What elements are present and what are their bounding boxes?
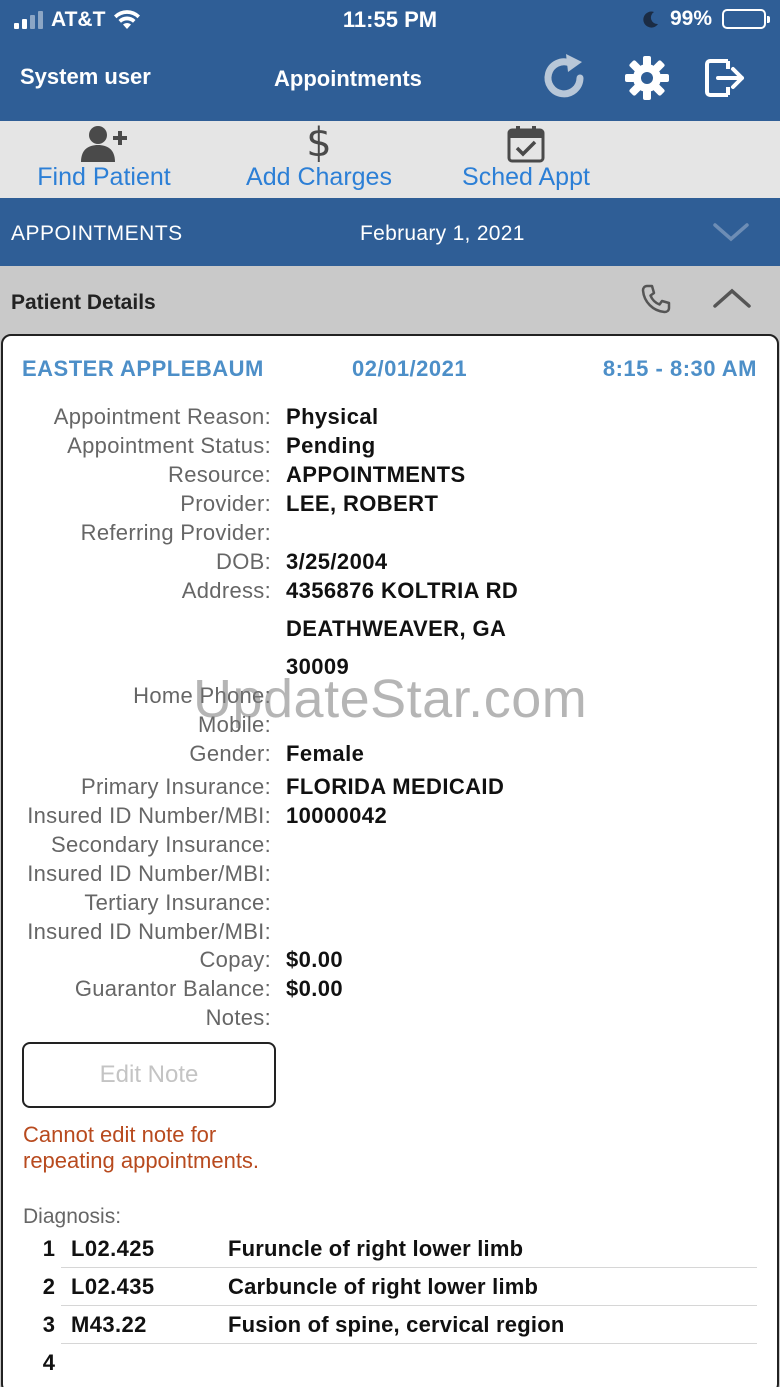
- field-value: $0.00: [286, 947, 344, 972]
- appointments-bar[interactable]: APPOINTMENTS February 1, 2021: [0, 198, 780, 266]
- app-header: AT&T 11:55 PM 99% System user Appointmen…: [0, 0, 780, 121]
- appointment-time: 8:15 - 8:30 AM: [602, 356, 757, 381]
- diagnosis-code: L02.425: [71, 1236, 155, 1261]
- field-value: Female: [286, 741, 365, 766]
- find-patient-label: Find Patient: [37, 163, 171, 191]
- diagnosis-number: 1: [42, 1236, 55, 1261]
- field-label: Home Phone:: [133, 683, 271, 708]
- patient-details-header[interactable]: Patient Details: [0, 266, 780, 336]
- edit-note-button[interactable]: Edit Note: [22, 1042, 276, 1108]
- patient-details-title: Patient Details: [11, 291, 156, 314]
- system-user-label[interactable]: System user: [20, 64, 151, 90]
- field-label: Primary Insurance:: [80, 774, 271, 799]
- diagnosis-number: 4: [42, 1350, 55, 1375]
- phone-icon[interactable]: [641, 284, 671, 314]
- field-value: Pending: [286, 433, 376, 458]
- field-label: Guarantor Balance:: [74, 976, 271, 1001]
- field-value: LEE, ROBERT: [286, 491, 439, 516]
- field-value: FLORIDA MEDICAID: [286, 774, 505, 799]
- appointment-card: EASTER APPLEBAUM 02/01/2021 8:15 - 8:30 …: [1, 334, 779, 1387]
- appointments-label: APPOINTMENTS: [11, 222, 183, 245]
- diagnosis-description: Fusion of spine, cervical region: [228, 1312, 565, 1337]
- field-value: $0.00: [286, 976, 344, 1001]
- diagnosis-number: 3: [42, 1312, 55, 1337]
- gear-icon[interactable]: [624, 55, 670, 101]
- status-bar: AT&T 11:55 PM 99%: [0, 0, 780, 40]
- diagnosis-description: Furuncle of right lower limb: [228, 1236, 524, 1261]
- edit-note-warning: Cannot edit note for repeating appointme…: [23, 1122, 260, 1173]
- add-charges-label: Add Charges: [246, 163, 392, 191]
- diagnosis-code: L02.435: [71, 1274, 155, 1299]
- field-label: Insured ID Number/MBI:: [27, 803, 271, 828]
- diagnosis-code: M43.22: [71, 1312, 147, 1337]
- patient-name[interactable]: EASTER APPLEBAUM: [22, 356, 264, 382]
- logout-icon[interactable]: [704, 57, 746, 99]
- address-line-2: DEATHWEAVER, GA: [286, 616, 507, 641]
- field-label: DOB:: [216, 549, 271, 574]
- field-label: Mobile:: [197, 712, 271, 737]
- add-charges-button[interactable]: $ Add Charges: [234, 121, 404, 198]
- moon-icon: [643, 11, 658, 28]
- page-title: Appointments: [274, 66, 422, 91]
- chevron-down-icon[interactable]: [712, 220, 750, 244]
- field-label: Gender:: [189, 741, 271, 766]
- field-label: Insured ID Number/MBI:: [27, 919, 271, 944]
- address-line-3: 30009: [286, 654, 350, 679]
- field-value: 10000042: [286, 803, 388, 828]
- diagnosis-row: 1 L02.425 Furuncle of right lower limb: [3, 1230, 777, 1268]
- calendar-check-icon: [507, 126, 545, 163]
- diagnosis-description: Carbuncle of right lower limb: [228, 1274, 539, 1299]
- appointment-date: 02/01/2021: [352, 356, 468, 381]
- diagnosis-row: 3 M43.22 Fusion of spine, cervical regio…: [3, 1306, 777, 1344]
- field-label: Tertiary Insurance:: [84, 890, 271, 915]
- chevron-up-icon[interactable]: [712, 286, 752, 310]
- diagnosis-label: Diagnosis:: [23, 1205, 122, 1228]
- appointments-date: February 1, 2021: [360, 222, 525, 245]
- field-label: Notes:: [205, 1005, 271, 1030]
- field-label: Resource:: [168, 462, 271, 487]
- field-label: Secondary Insurance:: [50, 832, 271, 857]
- action-toolbar: Find Patient $ Add Charges Sched Appt: [0, 121, 780, 198]
- battery-percent: 99%: [669, 7, 712, 30]
- sched-appt-label: Sched Appt: [462, 163, 590, 191]
- field-label: Copay:: [199, 947, 271, 972]
- diagnosis-row: 2 L02.435 Carbuncle of right lower limb: [3, 1268, 777, 1306]
- field-label: Insured ID Number/MBI:: [27, 861, 271, 886]
- field-label: Appointment Reason:: [53, 404, 271, 429]
- refresh-icon[interactable]: [540, 52, 590, 104]
- sched-appt-button[interactable]: Sched Appt: [446, 121, 606, 198]
- dollar-icon: $: [306, 120, 332, 166]
- battery-icon: [722, 9, 770, 29]
- field-value: 3/25/2004: [286, 549, 388, 574]
- diagnosis-number: 2: [42, 1274, 55, 1299]
- field-label: Provider:: [180, 491, 271, 516]
- field-label: Address:: [181, 578, 271, 603]
- address-line-1: 4356876 KOLTRIA RD: [286, 578, 519, 603]
- field-label: Referring Provider:: [80, 520, 271, 545]
- nav-actions: [540, 52, 746, 104]
- add-user-icon: [81, 126, 127, 162]
- field-value: APPOINTMENTS: [286, 462, 466, 487]
- status-right: 99%: [642, 7, 770, 31]
- field-label: Appointment Status:: [67, 433, 271, 458]
- find-patient-button[interactable]: Find Patient: [20, 121, 188, 198]
- diagnosis-row: 4: [3, 1344, 777, 1382]
- field-value: Physical: [286, 404, 379, 429]
